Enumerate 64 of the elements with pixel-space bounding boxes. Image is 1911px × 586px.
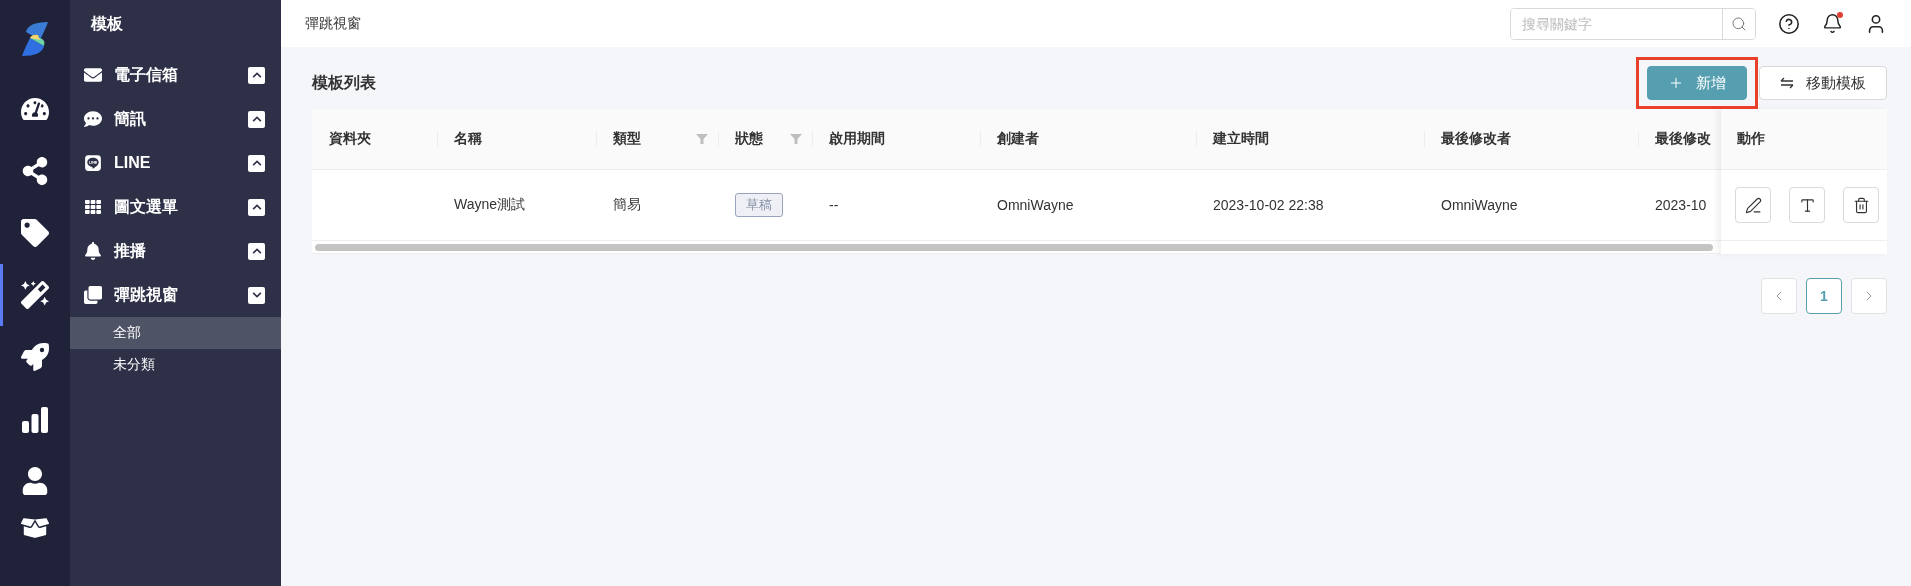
- swap-arrows-icon: [1780, 77, 1794, 89]
- sidebar-item[interactable]: LINE: [114, 154, 238, 172]
- delete-button[interactable]: [1843, 187, 1879, 223]
- column-header: 創建者: [997, 130, 1040, 148]
- search-bar[interactable]: 搜尋關鍵字: [1510, 7, 1756, 40]
- status-tag: 草稿: [735, 193, 783, 217]
- column-header: 類型: [613, 130, 642, 148]
- gauge-icon[interactable]: [21, 95, 49, 123]
- line-bubble-icon: [84, 154, 102, 172]
- trash-icon: [1852, 196, 1870, 214]
- table-cell-text: Wayne測試: [454, 196, 527, 214]
- column-header: 最後修改者: [1441, 130, 1512, 148]
- grid-icon: [85, 199, 101, 215]
- column-header: 資料夾: [329, 130, 372, 148]
- text-size-icon: [1798, 196, 1816, 214]
- caret-icon[interactable]: [248, 198, 265, 216]
- share-icon[interactable]: [21, 157, 49, 185]
- sidebar-item[interactable]: 推播: [114, 240, 238, 262]
- magic-wand-icon[interactable]: [21, 281, 49, 309]
- tag-icon[interactable]: [21, 219, 49, 247]
- pencil-icon: [1744, 196, 1762, 214]
- bell-icon: [84, 242, 102, 260]
- windows-icon: [84, 286, 102, 304]
- caret-icon[interactable]: [248, 66, 265, 84]
- sidebar-item[interactable]: 圖文選單: [114, 196, 238, 218]
- bar-chart-icon[interactable]: [21, 405, 49, 433]
- caret-icon[interactable]: [248, 154, 265, 172]
- sidebar-item[interactable]: 簡訊: [114, 108, 238, 130]
- plus-icon: [1668, 75, 1684, 91]
- column-header: 動作: [1737, 130, 1765, 148]
- sidebar-subitem[interactable]: 全部: [70, 317, 281, 349]
- table-cell-text: 2023-10: [1655, 197, 1708, 213]
- page-header-title: 彈跳視窗: [305, 14, 362, 33]
- column-header: 啟用期間: [829, 130, 886, 148]
- sidebar-item[interactable]: 電子信箱: [114, 64, 238, 86]
- move-button[interactable]: 移動模板: [1759, 66, 1887, 100]
- chat-bubble-icon: [84, 110, 102, 128]
- help-icon[interactable]: [1778, 12, 1800, 35]
- page-title: 模板列表: [312, 72, 377, 93]
- logo-icon: [20, 20, 50, 58]
- user-icon[interactable]: [21, 467, 49, 495]
- caret-icon[interactable]: [248, 286, 265, 304]
- table-cell-text: OmniWayne: [1441, 197, 1519, 213]
- caret-icon[interactable]: [248, 242, 265, 260]
- envelope-icon: [84, 66, 102, 84]
- caret-icon[interactable]: [248, 110, 265, 128]
- rocket-icon[interactable]: [21, 343, 49, 371]
- text-button[interactable]: [1789, 187, 1825, 223]
- column-header: 建立時間: [1213, 130, 1270, 148]
- bell-icon[interactable]: [1822, 13, 1843, 34]
- column-header: 狀態: [735, 130, 764, 148]
- edit-button[interactable]: [1735, 187, 1771, 223]
- table-cell-text: 簡易: [613, 196, 642, 214]
- horizontal-scrollbar[interactable]: [315, 243, 1713, 251]
- table-cell-text: --: [829, 197, 840, 213]
- column-header: 最後修改: [1655, 130, 1712, 148]
- sidebar-item[interactable]: 彈跳視窗: [114, 284, 238, 306]
- table-cell-text: 2023-10-02 22:38: [1213, 197, 1325, 213]
- sidebar-title: 模板: [90, 14, 124, 34]
- search-icon: [1731, 15, 1747, 32]
- table-cell-text: OmniWayne: [997, 197, 1075, 213]
- sidebar-subitem[interactable]: 未分類: [70, 349, 281, 381]
- column-header: 名稱: [454, 130, 483, 148]
- search-button[interactable]: [1722, 8, 1755, 39]
